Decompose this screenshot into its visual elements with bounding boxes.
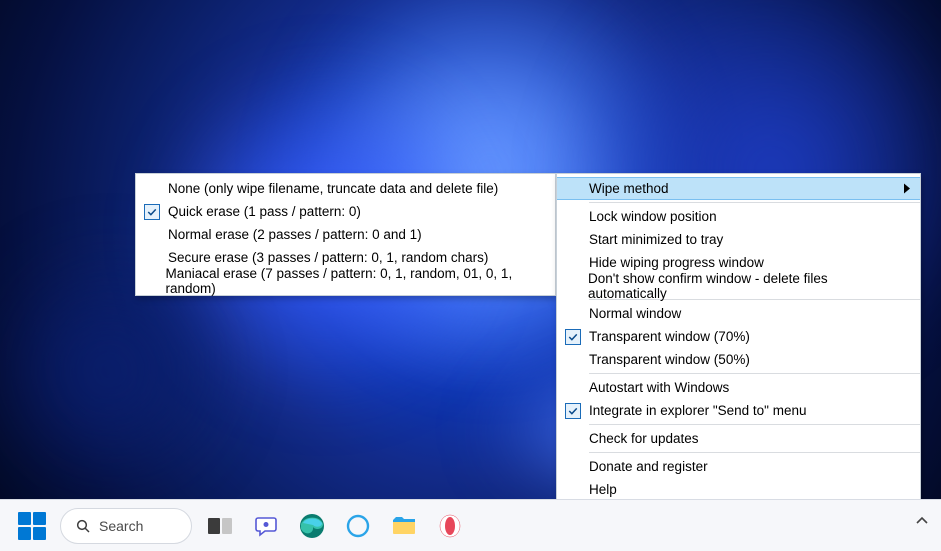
menu-item-label: Transparent window (70%) <box>589 329 750 344</box>
menu-item-label: Lock window position <box>589 209 717 224</box>
chevron-up-icon <box>915 514 929 528</box>
menu-item-1-1[interactable]: Start minimized to tray <box>557 228 920 251</box>
checkmark-icon <box>144 204 160 220</box>
wipe-method-item-1[interactable]: Quick erase (1 pass / pattern: 0) <box>136 200 555 223</box>
context-menu: Wipe method Lock window position Start min… <box>556 173 921 551</box>
menu-item-gutter <box>557 403 589 419</box>
menu-item-label: Autostart with Windows <box>589 380 729 395</box>
search-placeholder: Search <box>99 518 143 534</box>
tray-overflow-button[interactable] <box>915 514 929 533</box>
wipe-method-submenu: None (only wipe filename, truncate data … <box>135 173 556 296</box>
menu-item-0-0[interactable]: Wipe method <box>557 177 920 200</box>
cortana-icon <box>345 513 371 539</box>
menu-item-2-2[interactable]: Transparent window (50%) <box>557 348 920 371</box>
menu-item-1-3[interactable]: Don't show confirm window - delete files… <box>557 274 920 297</box>
menu-item-5-0[interactable]: Donate and register <box>557 455 920 478</box>
chat-icon <box>253 513 279 539</box>
wipe-method-item-4[interactable]: Maniacal erase (7 passes / pattern: 0, 1… <box>136 269 555 292</box>
checkmark-icon <box>565 329 581 345</box>
menu-item-label: None (only wipe filename, truncate data … <box>168 181 498 196</box>
menu-item-4-0[interactable]: Check for updates <box>557 427 920 450</box>
folder-icon <box>390 512 418 540</box>
menu-item-label: Integrate in explorer "Send to" menu <box>589 403 806 418</box>
task-view-icon <box>207 513 233 539</box>
menu-item-gutter <box>136 204 168 220</box>
menu-item-label: Wipe method <box>589 181 669 196</box>
menu-item-3-1[interactable]: Integrate in explorer "Send to" menu <box>557 399 920 422</box>
wipe-method-item-2[interactable]: Normal erase (2 passes / pattern: 0 and … <box>136 223 555 246</box>
opera-button[interactable] <box>432 508 468 544</box>
menu-item-2-1[interactable]: Transparent window (70%) <box>557 325 920 348</box>
submenu-arrow-icon <box>904 181 910 196</box>
wipe-method-item-0[interactable]: None (only wipe filename, truncate data … <box>136 177 555 200</box>
taskbar: Search <box>0 499 941 551</box>
menu-item-label: Check for updates <box>589 431 699 446</box>
menu-item-5-1[interactable]: Help <box>557 478 920 501</box>
menu-item-label: Hide wiping progress window <box>589 255 764 270</box>
menu-separator <box>589 452 920 453</box>
menu-item-label: Secure erase (3 passes / pattern: 0, 1, … <box>168 250 488 265</box>
chat-button[interactable] <box>248 508 284 544</box>
windows-logo-icon <box>18 512 46 540</box>
start-button[interactable] <box>14 508 50 544</box>
menu-item-label: Transparent window (50%) <box>589 352 750 367</box>
menu-item-label: Start minimized to tray <box>589 232 723 247</box>
task-view-button[interactable] <box>202 508 238 544</box>
menu-item-label: Donate and register <box>589 459 708 474</box>
menu-item-label: Don't show confirm window - delete files… <box>588 271 900 301</box>
menu-item-label: Normal window <box>589 306 681 321</box>
menu-item-label: Maniacal erase (7 passes / pattern: 0, 1… <box>166 266 536 296</box>
edge-icon <box>298 512 326 540</box>
menu-item-label: Help <box>589 482 617 497</box>
menu-item-gutter <box>557 329 589 345</box>
menu-item-3-0[interactable]: Autostart with Windows <box>557 376 920 399</box>
menu-item-2-0[interactable]: Normal window <box>557 302 920 325</box>
edge-button[interactable] <box>294 508 330 544</box>
menu-separator <box>589 202 920 203</box>
menu-item-label: Quick erase (1 pass / pattern: 0) <box>168 204 361 219</box>
menu-item-1-0[interactable]: Lock window position <box>557 205 920 228</box>
menu-separator <box>589 373 920 374</box>
checkmark-icon <box>565 403 581 419</box>
menu-separator <box>589 424 920 425</box>
search-icon <box>75 518 91 534</box>
file-explorer-button[interactable] <box>386 508 422 544</box>
menu-item-label: Normal erase (2 passes / pattern: 0 and … <box>168 227 422 242</box>
cortana-button[interactable] <box>340 508 376 544</box>
opera-icon <box>437 513 463 539</box>
search-box[interactable]: Search <box>60 508 192 544</box>
